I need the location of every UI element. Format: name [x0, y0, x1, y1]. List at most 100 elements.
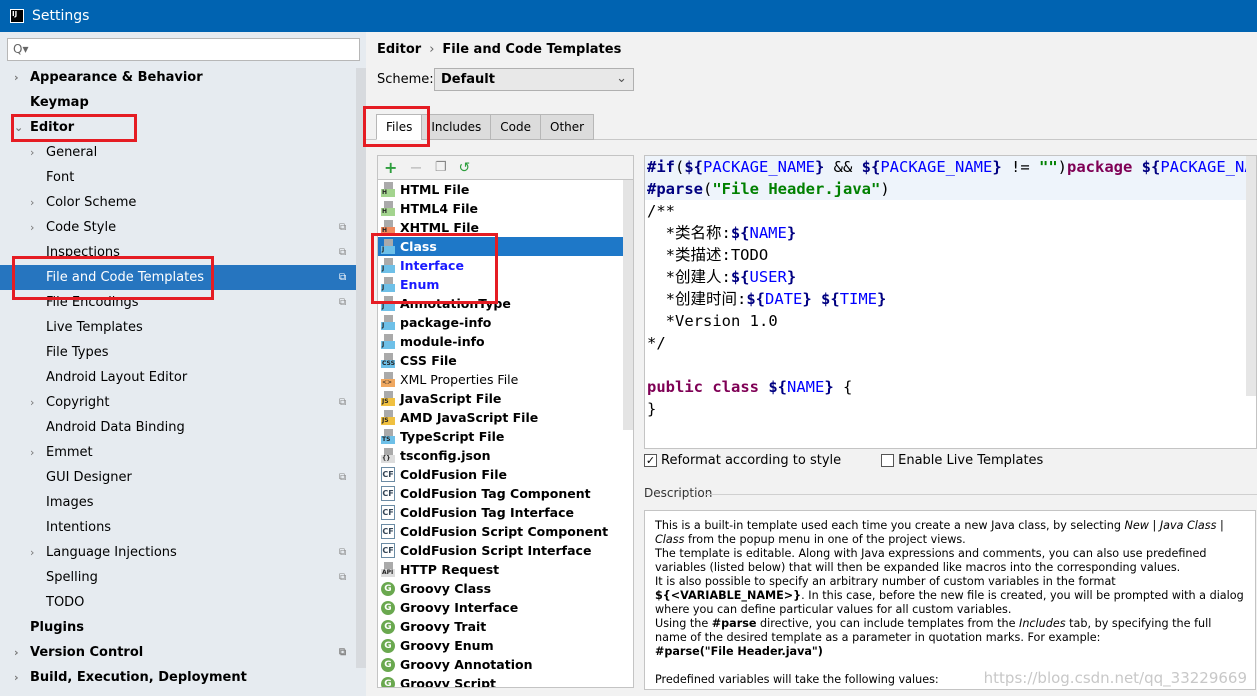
list-item-label: ColdFusion Tag Interface	[400, 505, 574, 520]
checkbox-unchecked-icon	[881, 454, 895, 467]
editor-scrollbar[interactable]	[1246, 156, 1256, 396]
settings-tree: › Appearance & Behavior Keymap ⌄ Editor › Gene…	[0, 65, 356, 690]
sidebar-item[interactable]: GUI Designer ⧉	[0, 465, 356, 490]
chevron-icon[interactable]: ›	[30, 546, 42, 559]
code-token: }	[786, 268, 797, 286]
list-item-label: HTTP Request	[400, 562, 500, 577]
list-item-label: HTML4 File	[400, 201, 479, 216]
list-item[interactable]: CSS CSS File	[378, 351, 633, 370]
reset-icon[interactable]: ↺	[458, 160, 470, 176]
sidebar-item[interactable]: Spelling ⧉	[0, 565, 356, 590]
chevron-icon[interactable]: ›	[14, 646, 26, 659]
list-item[interactable]: CF ColdFusion Script Component	[378, 522, 633, 541]
project-copy-icon: ⧉	[339, 222, 347, 233]
sidebar-item[interactable]: Android Data Binding	[0, 415, 356, 440]
list-scrollbar[interactable]	[623, 180, 633, 430]
tab-includes[interactable]: Includes	[421, 114, 492, 140]
file-type-icon: H	[381, 201, 395, 216]
chevron-icon[interactable]: ›	[14, 671, 26, 684]
sidebar-scrollbar[interactable]	[356, 68, 366, 668]
sidebar-item[interactable]: File Types	[0, 340, 356, 365]
list-item[interactable]: CF ColdFusion File	[378, 465, 633, 484]
code-token: &&	[824, 158, 862, 176]
sidebar-item[interactable]: › Appearance & Behavior	[0, 65, 356, 90]
file-type-icon: <>	[381, 372, 395, 387]
groovy-file-icon: G	[381, 600, 395, 615]
code-token: *Version 1.0	[647, 312, 778, 330]
code-token: NAME	[787, 378, 825, 396]
sidebar-item[interactable]: TODO	[0, 590, 356, 615]
chevron-icon[interactable]: ›	[30, 196, 42, 209]
sidebar-item[interactable]: Android Layout Editor	[0, 365, 356, 390]
chevron-icon[interactable]: ›	[30, 396, 42, 409]
chevron-icon[interactable]: ›	[30, 446, 42, 459]
list-item[interactable]: H HTML4 File	[378, 199, 633, 218]
tab-code[interactable]: Code	[490, 114, 542, 140]
description-paragraph: #parse("File Header.java")	[655, 645, 823, 658]
tab-other[interactable]: Other	[540, 114, 595, 140]
list-item[interactable]: CF ColdFusion Tag Interface	[378, 503, 633, 522]
sidebar-item[interactable]: Live Templates	[0, 315, 356, 340]
list-item[interactable]: G Groovy Trait	[378, 617, 633, 636]
code-token: PACKAGE_NAME	[703, 158, 815, 176]
live-templates-checkbox[interactable]: Enable Live Templates	[881, 453, 1043, 468]
copy-icon[interactable]: ❐	[435, 160, 447, 175]
sidebar-item[interactable]: Plugins	[0, 615, 356, 640]
sidebar-item[interactable]: › Version Control ⧉	[0, 640, 356, 665]
breadcrumb: Editor › File and Code Templates	[377, 42, 621, 57]
code-line: #parse("File Header.java")	[645, 178, 1256, 200]
list-item[interactable]: JS JavaScript File	[378, 389, 633, 408]
sidebar-item[interactable]: Images	[0, 490, 356, 515]
file-type-icon: JS	[381, 410, 395, 425]
code-line: *类描述:TODO	[645, 244, 1256, 266]
sidebar-item[interactable]: › Emmet	[0, 440, 356, 465]
code-token: *类名称:	[647, 224, 731, 242]
list-item[interactable]: G Groovy Class	[378, 579, 633, 598]
list-item[interactable]: TS TypeScript File	[378, 427, 633, 446]
search-input[interactable]: Q▾	[7, 38, 360, 61]
list-item[interactable]: CF ColdFusion Script Interface	[378, 541, 633, 560]
code-line: */	[645, 332, 1256, 354]
add-icon[interactable]: +	[384, 158, 397, 177]
chevron-icon[interactable]: ›	[30, 221, 42, 234]
sidebar-item[interactable]: › Code Style ⧉	[0, 215, 356, 240]
list-item[interactable]: Jpackage-info	[378, 313, 633, 332]
groovy-file-icon: G	[381, 638, 395, 653]
sidebar-item-label: Spelling	[46, 570, 98, 585]
title-bar: IJ Settings	[0, 0, 1257, 32]
list-item[interactable]: CF ColdFusion Tag Component	[378, 484, 633, 503]
code-token: PACKAGE_NAME	[880, 158, 993, 176]
sidebar-item[interactable]: Keymap	[0, 90, 356, 115]
sidebar-item[interactable]: › Build, Execution, Deployment	[0, 665, 356, 690]
list-item[interactable]: <> XML Properties File	[378, 370, 633, 389]
list-item[interactable]: G Groovy Interface	[378, 598, 633, 617]
code-line: *类名称:${NAME}	[645, 222, 1256, 244]
list-item[interactable]: G Groovy Enum	[378, 636, 633, 655]
sidebar-item[interactable]: › Copyright ⧉	[0, 390, 356, 415]
list-item-label: Groovy Trait	[400, 619, 487, 634]
highlight-box	[11, 114, 137, 142]
template-code-editor[interactable]: #if(${PACKAGE_NAME} && ${PACKAGE_NAME} !…	[644, 155, 1257, 449]
sidebar-item[interactable]: Intentions	[0, 515, 356, 540]
list-item[interactable]: JS AMD JavaScript File	[378, 408, 633, 427]
reformat-checkbox[interactable]: ✓ Reformat according to style	[644, 453, 841, 468]
app-logo-icon: IJ	[10, 9, 24, 23]
list-item[interactable]: G Groovy Script	[378, 674, 633, 687]
list-item[interactable]: Jmodule-info	[378, 332, 633, 351]
sidebar-item[interactable]: › Color Scheme	[0, 190, 356, 215]
remove-icon[interactable]: −	[409, 158, 422, 177]
code-token: TIME	[839, 290, 878, 308]
sidebar-item[interactable]: Font	[0, 165, 356, 190]
sidebar-item[interactable]: › Language Injections ⧉	[0, 540, 356, 565]
list-item[interactable]: {} tsconfig.json	[378, 446, 633, 465]
chevron-icon[interactable]: ›	[14, 71, 26, 84]
scheme-select[interactable]: Default ⌄	[434, 68, 634, 91]
project-copy-icon: ⧉	[339, 647, 347, 658]
breadcrumb-item[interactable]: Editor	[377, 42, 421, 57]
chevron-icon[interactable]: ›	[30, 146, 42, 159]
list-item[interactable]: H HTML File	[378, 180, 633, 199]
list-item[interactable]: G Groovy Annotation	[378, 655, 633, 674]
sidebar-item[interactable]: › General	[0, 140, 356, 165]
list-item[interactable]: API HTTP Request	[378, 560, 633, 579]
